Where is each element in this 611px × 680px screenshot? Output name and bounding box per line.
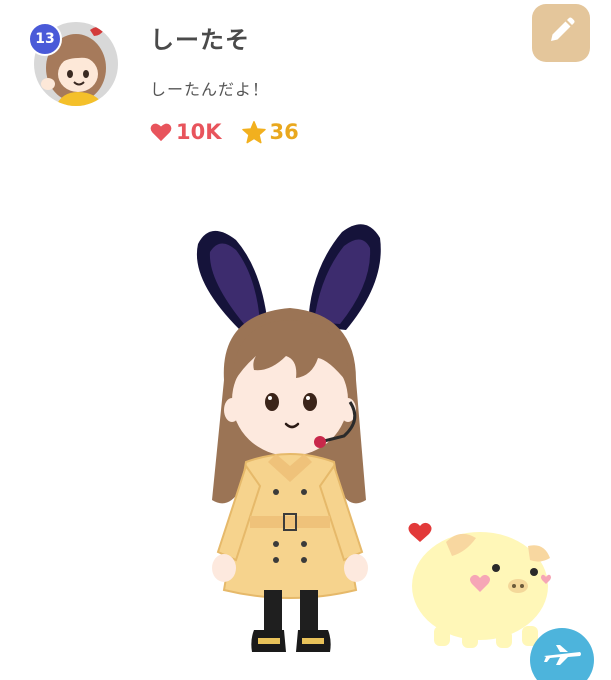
heart-icon <box>150 122 172 142</box>
star-icon <box>241 120 266 144</box>
stars-stat[interactable]: 36 <box>241 120 299 144</box>
likes-count: 10K <box>176 120 222 144</box>
avatar-character[interactable] <box>180 210 400 670</box>
pet-companion[interactable] <box>400 522 560 652</box>
profile-avatar-group[interactable]: 13 <box>22 18 122 110</box>
pencil-icon <box>546 16 576 50</box>
profile-screen: 13 しーたそ しーたんだよ！ 10K 36 <box>0 0 611 680</box>
level-badge: 13 <box>28 22 62 56</box>
airplane-icon <box>542 642 582 670</box>
user-name: しーたそ <box>150 26 250 54</box>
stars-count: 36 <box>269 120 299 144</box>
airplane-action-button[interactable] <box>530 628 594 680</box>
profile-stats: 10K 36 <box>150 120 299 144</box>
edit-profile-button[interactable] <box>532 4 590 62</box>
user-bio: しーたんだよ！ <box>150 80 270 99</box>
likes-stat[interactable]: 10K <box>150 120 222 144</box>
